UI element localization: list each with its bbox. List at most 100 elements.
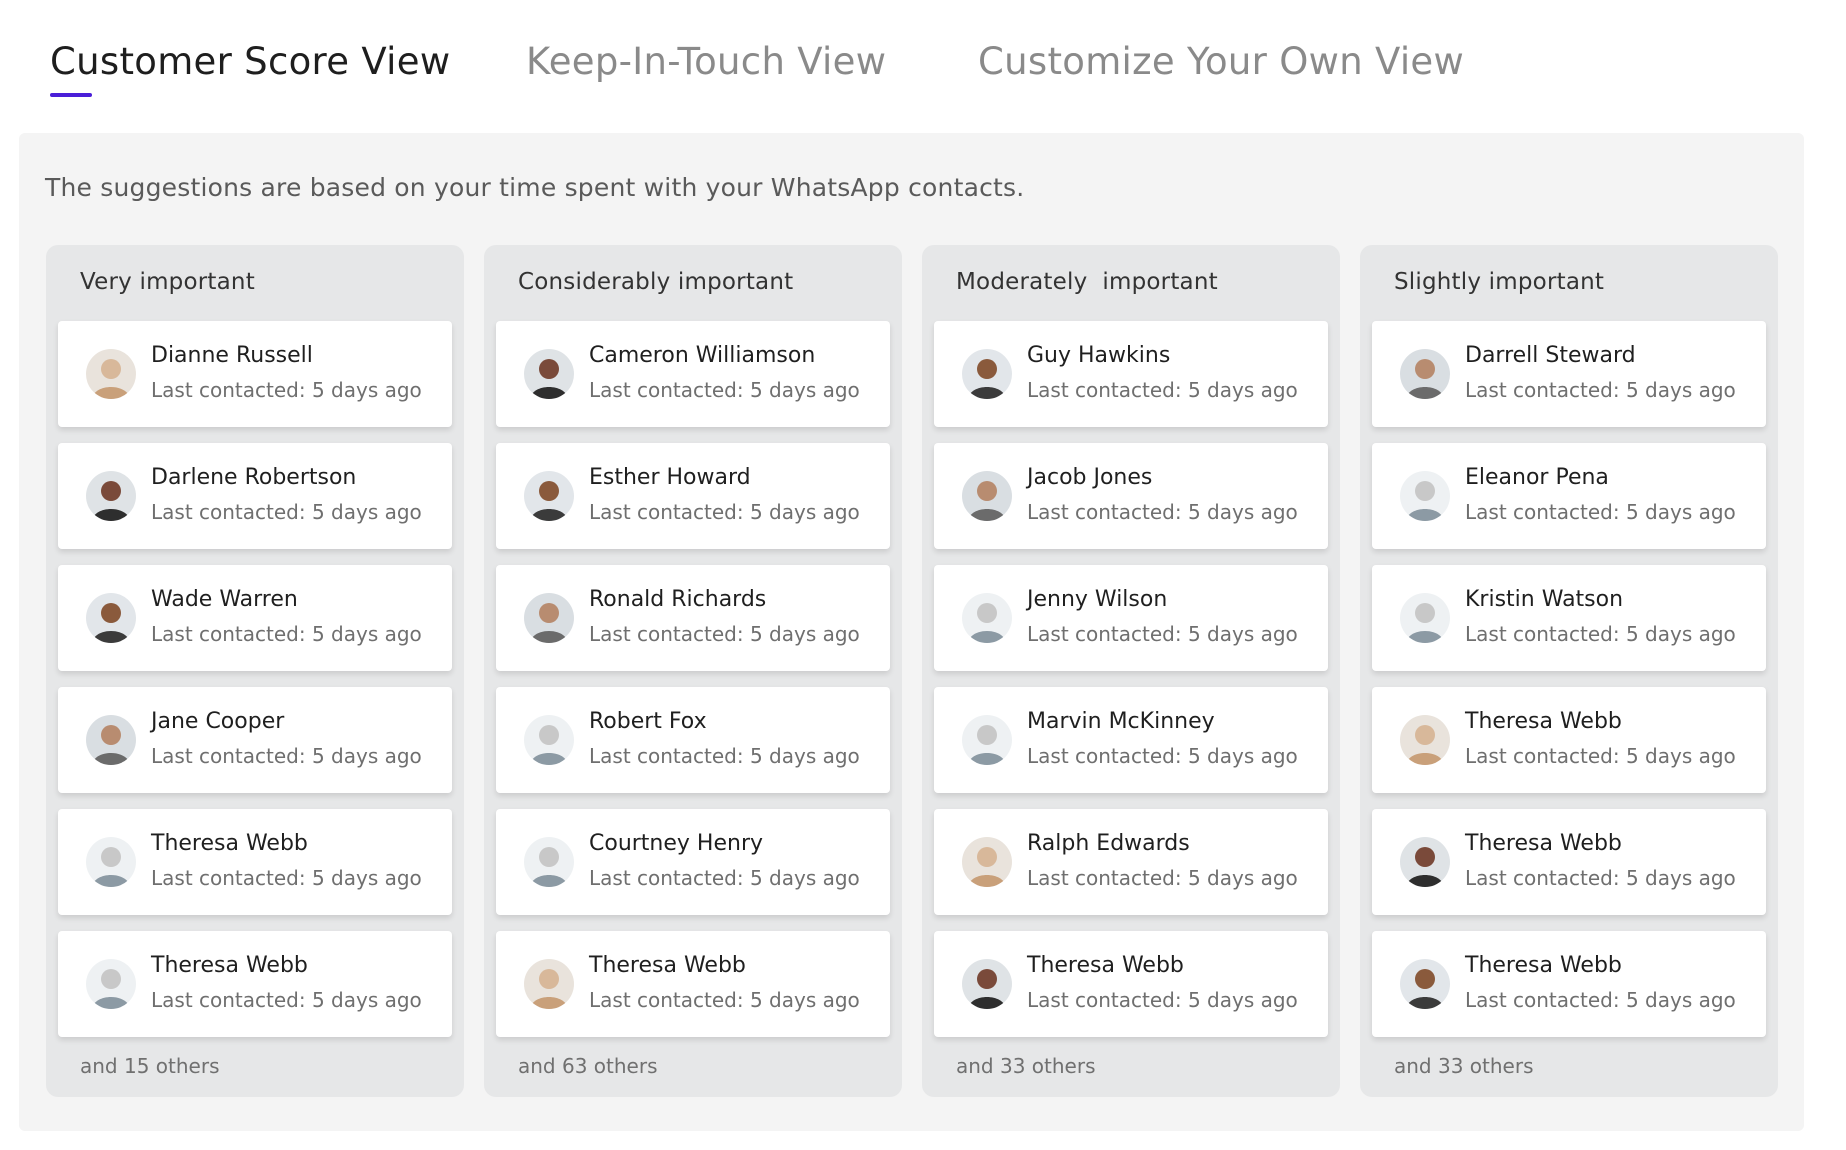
contact-name: Darrell Steward	[1465, 343, 1636, 368]
avatar	[524, 471, 574, 521]
contact-card[interactable]: Wade Warren Last contacted: 5 days ago	[58, 565, 452, 671]
contact-name: Kristin Watson	[1465, 587, 1624, 612]
avatar	[962, 959, 1012, 1009]
contact-card[interactable]: Marvin McKinney Last contacted: 5 days ag…	[934, 687, 1328, 793]
contact-name: Robert Fox	[589, 709, 707, 734]
contact-name: Ronald Richards	[589, 587, 767, 612]
last-contacted: Last contacted: 5 days ago	[1465, 500, 1736, 524]
contact-name: Theresa Webb	[589, 953, 746, 978]
contact-card[interactable]: Theresa Webb Last contacted: 5 days ago	[1372, 809, 1766, 915]
contact-card[interactable]: Cameron Williamson Last contacted: 5 days…	[496, 321, 890, 427]
last-contacted: Last contacted: 5 days ago	[1027, 378, 1298, 402]
contact-name: Cameron Williamson	[589, 343, 816, 368]
suggestions-panel: The suggestions are based on your time s…	[19, 133, 1804, 1131]
contact-card[interactable]: Darrell Steward Last contacted: 5 days ag…	[1372, 321, 1766, 427]
last-contacted: Last contacted: 5 days ago	[151, 866, 422, 890]
avatar	[1400, 837, 1450, 887]
avatar	[1400, 349, 1450, 399]
contact-name: Jane Cooper	[151, 709, 285, 734]
contact-name: Darlene Robertson	[151, 465, 357, 490]
contact-card[interactable]: Theresa Webb Last contacted: 5 days ago	[58, 809, 452, 915]
avatar	[524, 593, 574, 643]
last-contacted: Last contacted: 5 days ago	[589, 500, 860, 524]
contact-name: Eleanor Pena	[1465, 465, 1609, 490]
contact-name: Theresa Webb	[1465, 831, 1622, 856]
avatar	[86, 837, 136, 887]
others-count-link[interactable]: and 15 others	[80, 1054, 220, 1078]
last-contacted: Last contacted: 5 days ago	[1027, 866, 1298, 890]
contact-card[interactable]: Ralph Edwards Last contacted: 5 days ago	[934, 809, 1328, 915]
last-contacted: Last contacted: 5 days ago	[151, 622, 422, 646]
tab-customize-your-own-view[interactable]: Customize Your Own View	[978, 36, 1464, 88]
contact-card[interactable]: Eleanor Pena Last contacted: 5 days ago	[1372, 443, 1766, 549]
contact-name: Jenny Wilson	[1027, 587, 1168, 612]
contact-name: Dianne Russell	[151, 343, 313, 368]
avatar	[524, 715, 574, 765]
avatar	[962, 837, 1012, 887]
contact-card[interactable]: Jacob Jones Last contacted: 5 days ago	[934, 443, 1328, 549]
column-very-important: Very important Dianne Russell Last contact…	[46, 245, 464, 1097]
avatar	[86, 593, 136, 643]
contact-card[interactable]: Guy Hawkins Last contacted: 5 days ago	[934, 321, 1328, 427]
avatar	[524, 959, 574, 1009]
column-moderately-important: Moderately important Guy Hawkins Last cont…	[922, 245, 1340, 1097]
tab-customer-score-view[interactable]: Customer Score View	[50, 36, 451, 97]
contact-card[interactable]: Esther Howard Last contacted: 5 days ago	[496, 443, 890, 549]
avatar	[962, 471, 1012, 521]
contact-card[interactable]: Theresa Webb Last contacted: 5 days ago	[58, 931, 452, 1037]
last-contacted: Last contacted: 5 days ago	[1465, 866, 1736, 890]
contact-name: Theresa Webb	[1465, 953, 1622, 978]
contact-name: Ralph Edwards	[1027, 831, 1190, 856]
contact-name: Courtney Henry	[589, 831, 764, 856]
contact-name: Esther Howard	[589, 465, 751, 490]
tab-label: Customize Your Own View	[978, 40, 1465, 83]
tab-label: Keep-In-Touch View	[526, 40, 887, 83]
contact-name: Guy Hawkins	[1027, 343, 1171, 368]
contact-name: Wade Warren	[151, 587, 298, 612]
last-contacted: Last contacted: 5 days ago	[589, 378, 860, 402]
avatar	[86, 349, 136, 399]
contact-card[interactable]: Theresa Webb Last contacted: 5 days ago	[1372, 687, 1766, 793]
contact-card[interactable]: Jenny Wilson Last contacted: 5 days ago	[934, 565, 1328, 671]
avatar	[86, 715, 136, 765]
column-title: Slightly important	[1394, 269, 1605, 295]
contact-card[interactable]: Kristin Watson Last contacted: 5 days ago	[1372, 565, 1766, 671]
avatar	[962, 593, 1012, 643]
last-contacted: Last contacted: 5 days ago	[1027, 988, 1298, 1012]
others-count-link[interactable]: and 63 others	[518, 1054, 658, 1078]
last-contacted: Last contacted: 5 days ago	[589, 622, 860, 646]
avatar	[1400, 959, 1450, 1009]
contact-card[interactable]: Darlene Robertson Last contacted: 5 days …	[58, 443, 452, 549]
avatar	[86, 959, 136, 1009]
last-contacted: Last contacted: 5 days ago	[1465, 744, 1736, 768]
contact-name: Theresa Webb	[151, 831, 308, 856]
contact-card[interactable]: Theresa Webb Last contacted: 5 days ago	[1372, 931, 1766, 1037]
column-slightly-important: Slightly important Darrell Steward Last co…	[1360, 245, 1778, 1097]
last-contacted: Last contacted: 5 days ago	[1465, 988, 1736, 1012]
column-considerably-important: Considerably important Cameron Williamson…	[484, 245, 902, 1097]
contact-card[interactable]: Dianne Russell Last contacted: 5 days ago	[58, 321, 452, 427]
tab-label: Customer Score View	[50, 40, 451, 83]
tab-keep-in-touch-view[interactable]: Keep-In-Touch View	[526, 36, 886, 88]
column-title: Considerably important	[518, 269, 794, 295]
contact-card[interactable]: Ronald Richards Last contacted: 5 days ag…	[496, 565, 890, 671]
last-contacted: Last contacted: 5 days ago	[589, 866, 860, 890]
avatar	[962, 715, 1012, 765]
others-count-link[interactable]: and 33 others	[1394, 1054, 1534, 1078]
contact-name: Jacob Jones	[1027, 465, 1153, 490]
avatar	[524, 349, 574, 399]
last-contacted: Last contacted: 5 days ago	[1027, 744, 1298, 768]
contact-card[interactable]: Theresa Webb Last contacted: 5 days ago	[496, 931, 890, 1037]
others-count-link[interactable]: and 33 others	[956, 1054, 1096, 1078]
contact-card[interactable]: Courtney Henry Last contacted: 5 days ago	[496, 809, 890, 915]
contact-card[interactable]: Jane Cooper Last contacted: 5 days ago	[58, 687, 452, 793]
contact-card[interactable]: Theresa Webb Last contacted: 5 days ago	[934, 931, 1328, 1037]
panel-description: The suggestions are based on your time s…	[45, 173, 1025, 202]
column-title: Very important	[80, 269, 255, 295]
last-contacted: Last contacted: 5 days ago	[151, 744, 422, 768]
last-contacted: Last contacted: 5 days ago	[1465, 378, 1736, 402]
last-contacted: Last contacted: 5 days ago	[589, 744, 860, 768]
contact-card[interactable]: Robert Fox Last contacted: 5 days ago	[496, 687, 890, 793]
last-contacted: Last contacted: 5 days ago	[151, 988, 422, 1012]
last-contacted: Last contacted: 5 days ago	[151, 500, 422, 524]
